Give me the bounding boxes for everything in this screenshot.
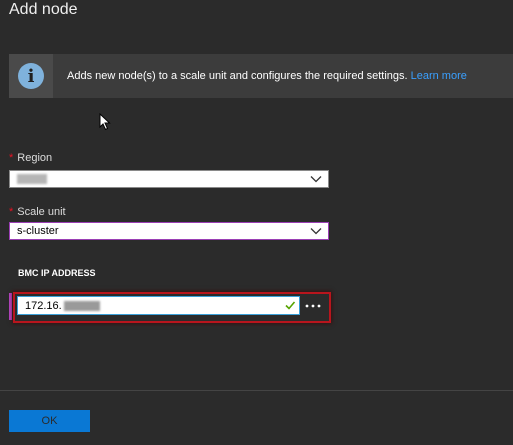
region-label: Region xyxy=(17,152,53,164)
info-message-line: Adds new node(s) to a scale unit and con… xyxy=(67,70,467,82)
region-label-row: * Region xyxy=(9,152,52,164)
bmc-ip-section-label: BMC IP ADDRESS xyxy=(18,268,96,278)
bmc-ip-value: 172.16. xyxy=(25,300,62,312)
footer-divider xyxy=(0,390,513,391)
learn-more-link[interactable]: Learn more xyxy=(411,70,467,82)
region-required-marker: * xyxy=(9,152,14,164)
bmc-ip-input[interactable]: 172.16. xyxy=(17,296,300,315)
info-message: Adds new node(s) to a scale unit and con… xyxy=(67,70,408,82)
scale-unit-value: s-cluster xyxy=(17,225,59,237)
info-icon-container: i xyxy=(9,54,53,98)
checkmark-icon xyxy=(285,301,296,310)
info-banner: i Adds new node(s) to a scale unit and c… xyxy=(9,54,513,98)
ok-button[interactable]: OK xyxy=(9,410,90,432)
info-icon: i xyxy=(18,63,44,89)
more-options-button[interactable] xyxy=(302,297,324,315)
scale-unit-required-marker: * xyxy=(9,206,14,218)
redacted-ip-suffix xyxy=(64,301,100,311)
chevron-down-icon xyxy=(310,176,322,183)
blade-title: Add node xyxy=(9,1,78,18)
chevron-down-icon xyxy=(310,228,322,235)
field-focus-accent xyxy=(9,293,12,320)
ellipsis-icon xyxy=(305,304,321,308)
region-select[interactable] xyxy=(9,170,329,188)
scale-unit-select[interactable]: s-cluster xyxy=(9,222,329,240)
redacted-region-value xyxy=(17,174,47,184)
scale-unit-label: Scale unit xyxy=(17,206,66,218)
scale-unit-label-row: * Scale unit xyxy=(9,206,66,218)
mouse-pointer-icon xyxy=(99,113,111,131)
